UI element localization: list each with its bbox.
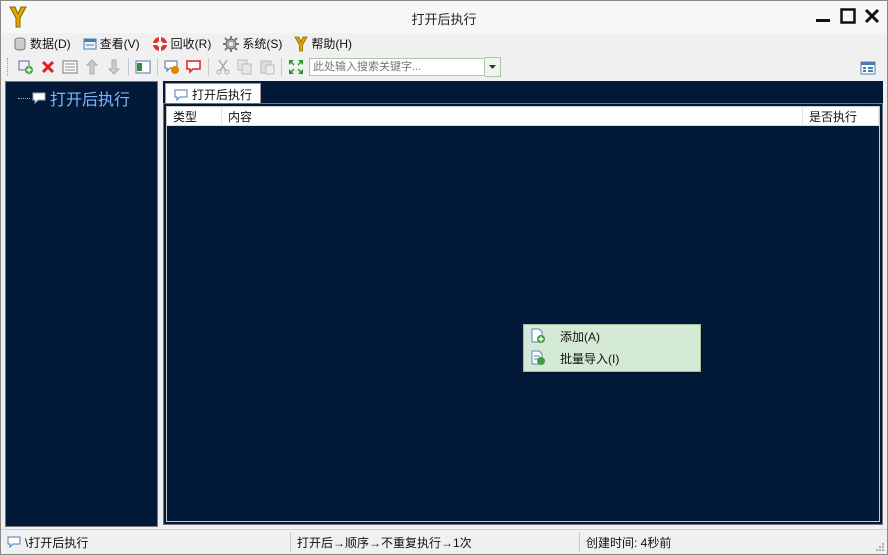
menu-help[interactable]: 帮助(H) (294, 35, 352, 52)
task-table[interactable]: 类型 内容 是否执行 (166, 106, 880, 522)
context-menu-add[interactable]: 添加(A) (524, 325, 700, 347)
maximize-icon[interactable] (839, 7, 857, 25)
search-dropdown-button[interactable] (485, 57, 501, 77)
search-input[interactable] (309, 58, 485, 76)
expand-icon (289, 60, 303, 74)
context-menu-add-label: 添加(A) (560, 329, 600, 344)
comment-remove-icon (186, 60, 201, 74)
import-icon (531, 350, 545, 365)
expand-all-button[interactable] (285, 56, 307, 78)
lifebuoy-icon (152, 36, 167, 51)
view-icon (83, 38, 97, 49)
status-bar: \打开后执行 打开后→顺序→不重复执行→1次 创建时间: 4秒前 (1, 529, 887, 554)
toolbar-separator (281, 58, 282, 76)
resize-grip-icon[interactable] (875, 542, 885, 552)
chevron-down-icon (489, 65, 496, 69)
minimize-icon[interactable] (814, 7, 832, 25)
window-view-button[interactable] (132, 56, 154, 78)
title-bar: 打开后执行 (1, 1, 887, 33)
arrow-up-icon (86, 59, 98, 75)
column-header-executed[interactable]: 是否执行 (803, 107, 879, 125)
menu-bar: 数据(D) 查看(V) 回收(R) 系统(S) 帮助(H) (1, 33, 887, 54)
copy-icon (237, 59, 252, 75)
properties-button[interactable] (59, 56, 81, 78)
delete-button[interactable] (37, 56, 59, 78)
remove-comment-button[interactable] (183, 56, 205, 78)
database-icon (14, 37, 26, 50)
add-item-icon (18, 60, 33, 74)
main-panel: 打开后执行 类型 内容 是否执行 (163, 81, 883, 525)
tree-node-root[interactable]: 打开后执行 (18, 86, 130, 110)
app-window: 打开后执行 数据(D) 查看(V) 回收(R) 系统(S) 帮助(H) 此处输入… (0, 0, 888, 555)
move-down-button[interactable] (103, 56, 125, 78)
help-icon (294, 36, 309, 51)
menu-system-label: 系统(S) (242, 37, 283, 51)
table-header: 类型 内容 是否执行 (167, 107, 879, 126)
toolbar-grip[interactable] (7, 58, 11, 76)
paste-icon (260, 60, 275, 75)
move-up-button[interactable] (81, 56, 103, 78)
column-header-type[interactable]: 类型 (167, 107, 222, 125)
window-view-icon (135, 60, 151, 74)
menu-data-label: 数据(D) (30, 37, 71, 51)
add-file-icon (531, 328, 545, 343)
tree-panel: 打开后执行 (5, 81, 158, 527)
tree-node-label: 打开后执行 (50, 92, 131, 109)
content-area: 打开后执行 打开后执行 类型 内容 是否执行 添加(A) 批量导入(I) (5, 81, 883, 527)
status-path-text: \打开后执行 (25, 535, 89, 550)
gear-icon (223, 35, 240, 52)
status-created: 创建时间: 4秒前 (586, 535, 672, 550)
comment-icon (7, 536, 21, 548)
context-menu-batch-import[interactable]: 批量导入(I) (524, 347, 700, 369)
cut-button[interactable] (212, 56, 234, 78)
comment-icon (174, 89, 188, 101)
window-title: 打开后执行 (411, 12, 477, 27)
menu-system[interactable]: 系统(S) (223, 35, 282, 52)
layout-button[interactable] (857, 57, 879, 79)
toolbar (1, 54, 887, 80)
close-icon[interactable] (863, 7, 881, 25)
tab-on-open[interactable]: 打开后执行 (165, 83, 262, 105)
comment-add-icon (164, 60, 179, 74)
toolbar-separator (128, 58, 129, 76)
tree-connector (18, 97, 30, 99)
paste-button[interactable] (256, 56, 278, 78)
add-comment-button[interactable] (161, 56, 183, 78)
cut-icon (216, 59, 230, 75)
tab-label: 打开后执行 (192, 88, 253, 102)
status-path: \打开后执行 (1, 532, 291, 552)
layout-icon (860, 61, 876, 75)
properties-icon (62, 60, 78, 74)
status-mode: 打开后→顺序→不重复执行→1次 (291, 532, 580, 552)
menu-view-label: 查看(V) (99, 37, 140, 51)
toolbar-separator (157, 58, 158, 76)
context-menu: 添加(A) 批量导入(I) (523, 324, 701, 372)
copy-button[interactable] (234, 56, 256, 78)
column-header-content[interactable]: 内容 (222, 107, 803, 125)
delete-icon (41, 60, 55, 74)
table-area: 类型 内容 是否执行 (163, 103, 883, 525)
tab-strip: 打开后执行 (163, 81, 883, 105)
comment-icon (32, 92, 46, 104)
search-box (309, 57, 501, 77)
menu-recycle[interactable]: 回收(R) (152, 35, 212, 52)
menu-recycle-label: 回收(R) (170, 37, 212, 51)
add-item-button[interactable] (15, 56, 37, 78)
menu-data[interactable]: 数据(D) (13, 35, 71, 52)
arrow-down-icon (108, 59, 120, 75)
menu-help-label: 帮助(H) (311, 37, 353, 51)
toolbar-separator (208, 58, 209, 76)
menu-view[interactable]: 查看(V) (83, 35, 140, 52)
context-menu-batch-import-label: 批量导入(I) (560, 351, 620, 366)
